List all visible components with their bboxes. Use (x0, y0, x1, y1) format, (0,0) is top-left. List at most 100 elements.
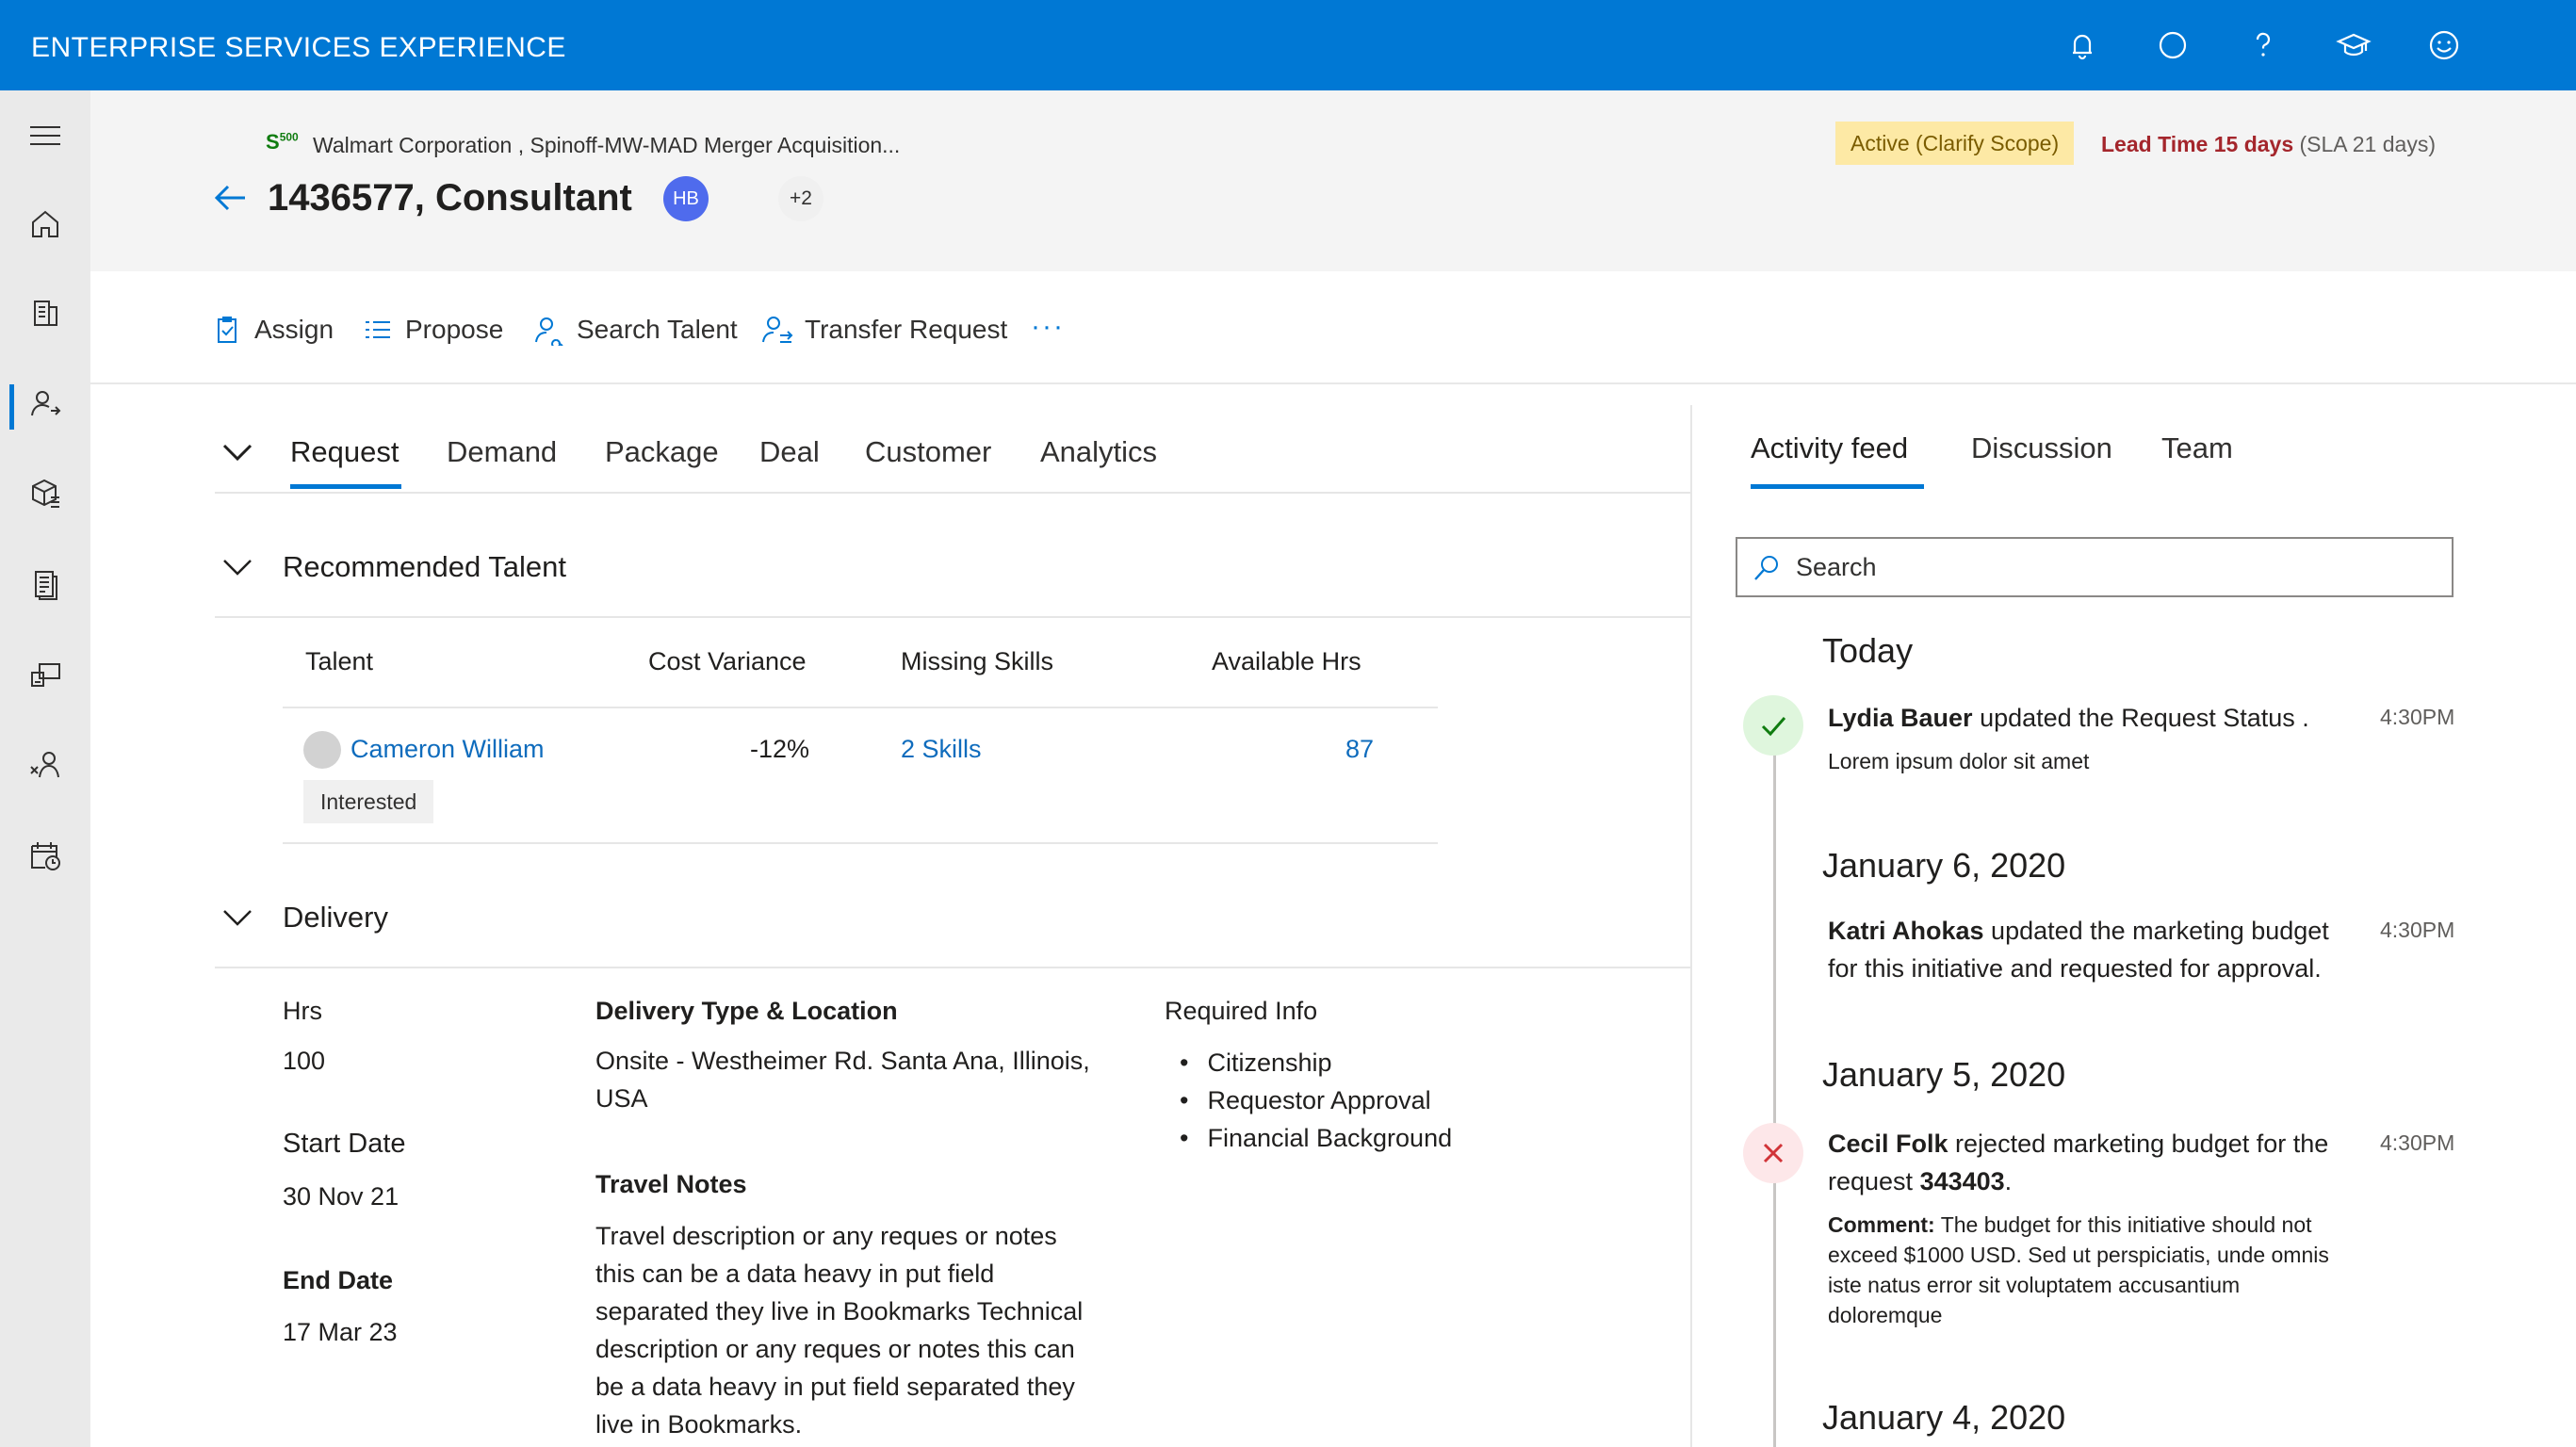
end-date-value: 17 Mar 23 (283, 1318, 398, 1346)
status-badge: Active (Clarify Scope) (1835, 122, 2075, 165)
circle-icon[interactable] (2154, 26, 2192, 64)
people-icon[interactable] (26, 384, 64, 422)
transfer-request-button[interactable]: Transfer Request (761, 313, 1007, 347)
transfer-request-label: Transfer Request (805, 315, 1008, 344)
section-divider (215, 967, 1690, 968)
column-header-cost-variance[interactable]: Cost Variance (648, 647, 807, 676)
start-date-value: 30 Nov 21 (283, 1182, 399, 1211)
travel-notes-line: live in Bookmarks. (595, 1410, 803, 1439)
feed-search-box[interactable] (1736, 537, 2454, 597)
delivery-type-label: Delivery Type & Location (595, 997, 898, 1025)
required-info-list: Citizenship Requestor Approval Financial… (1180, 1044, 1452, 1157)
tab-discussion[interactable]: Discussion (1971, 431, 2112, 465)
person-search-icon (535, 317, 563, 346)
success-status (1743, 695, 1803, 756)
avatar[interactable]: HB (663, 176, 709, 221)
tab-team[interactable]: Team (2161, 431, 2233, 465)
feed-comment: doloremque (1828, 1303, 1943, 1327)
tab-active-indicator (290, 484, 401, 489)
person-transfer-icon (762, 317, 793, 343)
feed-comment: Comment: The budget for this initiative … (1828, 1210, 2374, 1240)
breadcrumb[interactable]: Walmart Corporation , Spinoff-MW-MAD Mer… (313, 133, 900, 158)
hrs-label: Hrs (283, 997, 322, 1025)
feed-item-text: for this initiative and requested for ap… (1828, 954, 2322, 983)
assign-button[interactable]: Assign (211, 313, 334, 347)
tab-analytics[interactable]: Analytics (1040, 435, 1157, 469)
feed-timestamp: 4:30PM (2380, 1130, 2455, 1155)
tabs-divider (215, 492, 1690, 494)
feed-timestamp: 4:30PM (2380, 918, 2455, 942)
tab-request[interactable]: Request (290, 435, 399, 469)
feed-action: rejected marketing budget for the (1948, 1130, 2329, 1158)
feed-actor[interactable]: Lydia Bauer (1828, 704, 1973, 732)
available-hrs-link[interactable]: 87 (1345, 735, 1374, 764)
cost-variance-value: -12% (750, 735, 810, 763)
section-divider (215, 616, 1690, 618)
search-talent-button[interactable]: Search Talent (533, 313, 738, 347)
tab-demand[interactable]: Demand (447, 435, 557, 469)
travel-notes-line: description or any reques or notes this … (595, 1335, 1075, 1363)
day-heading: January 4, 2020 (1822, 1398, 2066, 1437)
feed-item-subtext: Lorem ipsum dolor sit amet (1828, 749, 2090, 773)
talent-name-link[interactable]: Cameron William (351, 735, 545, 764)
row-divider (283, 842, 1438, 844)
status-tag: Interested (303, 780, 434, 823)
required-info-label: Required Info (1165, 997, 1318, 1025)
feed-actor[interactable]: Katri Ahokas (1828, 917, 1984, 945)
clipboard-check-icon (218, 317, 236, 343)
left-nav (0, 90, 90, 1447)
feed-comment: iste natus error sit voluptatem accusant… (1828, 1273, 2241, 1297)
checkmark-icon (1761, 717, 1786, 737)
column-header-missing-skills[interactable]: Missing Skills (901, 647, 1053, 676)
list-item: Financial Background (1180, 1119, 1452, 1157)
missing-skills-link[interactable]: 2 Skills (901, 735, 982, 764)
chevron-down-icon[interactable] (220, 550, 254, 584)
end-date-label: End Date (283, 1266, 394, 1294)
hamburger-icon[interactable] (26, 117, 64, 154)
feed-action: request (1828, 1167, 1920, 1195)
avatar (303, 731, 341, 769)
tab-customer[interactable]: Customer (865, 435, 991, 469)
learning-icon[interactable] (2335, 26, 2372, 64)
panel-divider (1690, 405, 1692, 1447)
rejected-status (1743, 1123, 1803, 1183)
help-icon[interactable] (2244, 26, 2282, 64)
page-title: 1436577, Consultant (268, 177, 632, 219)
search-icon (1754, 556, 1778, 580)
calendar-icon[interactable] (26, 837, 64, 874)
devices-icon[interactable] (26, 656, 64, 693)
document-icon[interactable] (26, 565, 64, 603)
column-header-talent[interactable]: Talent (305, 647, 373, 676)
feed-action: . (2004, 1167, 2013, 1195)
chevron-down-icon[interactable] (220, 901, 254, 935)
list-item: Requestor Approval (1180, 1081, 1452, 1119)
feed-actor[interactable]: Cecil Folk (1828, 1130, 1948, 1158)
tab-deal[interactable]: Deal (759, 435, 820, 469)
travel-notes-line: this can be a data heavy in put field (595, 1260, 995, 1288)
propose-label: Propose (405, 315, 504, 344)
talent-icon[interactable] (26, 746, 64, 784)
more-commands-button[interactable]: ··· (1031, 311, 1065, 343)
package-icon[interactable] (26, 475, 64, 512)
back-arrow-icon[interactable] (209, 179, 251, 217)
tab-activity-feed[interactable]: Activity feed (1751, 431, 1908, 465)
requests-icon[interactable] (26, 294, 64, 332)
toolbar-divider (90, 382, 2576, 384)
search-input[interactable] (1796, 548, 2437, 586)
nav-active-indicator (9, 384, 14, 430)
feedback-icon[interactable] (2425, 26, 2463, 64)
chevron-down-icon[interactable] (220, 435, 254, 469)
lead-time: Lead Time 15 days (SLA 21 days) (2101, 132, 2436, 157)
home-icon[interactable] (26, 205, 64, 243)
travel-notes-line: separated they live in Bookmarks Technic… (595, 1297, 1084, 1325)
feed-item-text: Cecil Folk rejected marketing budget for… (1828, 1125, 2356, 1162)
request-number[interactable]: 343403 (1920, 1167, 2005, 1195)
app-title: ENTERPRISE SERVICES EXPERIENCE (31, 32, 566, 63)
column-header-available-hrs[interactable]: Available Hrs (1212, 647, 1361, 676)
bell-icon[interactable] (2063, 26, 2101, 64)
travel-notes-line: Travel description or any reques or note… (595, 1222, 1057, 1250)
feed-action: updated the Request Status . (1972, 704, 2309, 732)
more-members-button[interactable]: +2 (778, 176, 823, 221)
propose-button[interactable]: Propose (362, 313, 503, 347)
tab-package[interactable]: Package (605, 435, 719, 469)
